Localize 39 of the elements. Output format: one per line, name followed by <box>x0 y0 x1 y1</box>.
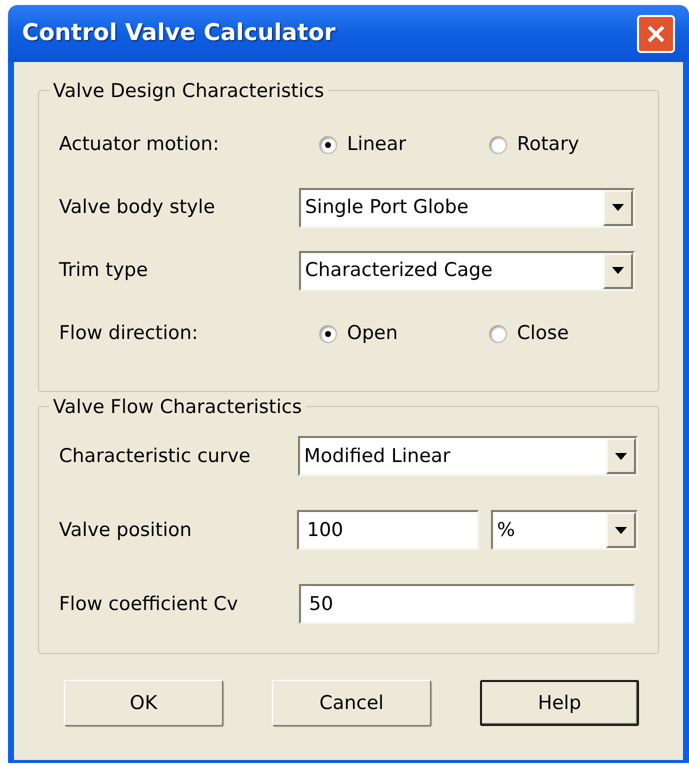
close-button[interactable] <box>637 14 675 52</box>
radio-button[interactable] <box>319 324 337 342</box>
caret-icon <box>615 452 627 460</box>
radio-button[interactable] <box>319 136 337 154</box>
dropdown-value: % <box>496 518 516 543</box>
dropdown[interactable]: Single Port Globe <box>299 188 635 228</box>
field-label: Valve position <box>59 518 193 543</box>
dropdown-arrow-button[interactable] <box>603 252 633 288</box>
dropdown-arrow-button[interactable] <box>603 190 633 226</box>
dropdown-value: Single Port Globe <box>304 195 470 220</box>
field-label: Trim type <box>59 258 149 284</box>
field-label: Flow direction: <box>59 321 200 346</box>
dropdown-arrow-button[interactable] <box>606 512 636 548</box>
radio-button[interactable] <box>489 136 507 154</box>
dropdown-arrow-button[interactable] <box>606 438 636 474</box>
dialog-button[interactable]: Help <box>480 680 639 726</box>
window-title: Control Valve Calculator <box>22 19 336 48</box>
dialog-button[interactable]: Cancel <box>272 680 431 726</box>
dialog-button[interactable]: OK <box>64 680 223 726</box>
field-label: Flow coefficient Cv <box>59 592 239 617</box>
field-label: Valve body style <box>59 195 216 220</box>
field-label: Characteristic curve <box>59 444 252 469</box>
radio-button[interactable] <box>489 324 507 342</box>
radio-label: Open <box>347 321 398 346</box>
text-field[interactable]: 100 <box>297 510 479 550</box>
dropdown[interactable]: Characterized Cage <box>299 250 635 290</box>
caret-icon <box>612 267 624 274</box>
field-label: Actuator motion: <box>59 132 220 158</box>
dropdown-value: Characterized Cage <box>304 258 494 284</box>
close-icon <box>646 24 666 44</box>
dropdown[interactable]: Modified Linear <box>298 436 638 476</box>
text-field[interactable]: 50 <box>299 584 635 624</box>
dropdown[interactable]: % <box>491 510 638 550</box>
dropdown-value: Modified Linear <box>303 444 452 469</box>
caret-icon <box>612 204 624 211</box>
radio-label: Linear <box>347 132 406 158</box>
radio-label: Close <box>517 321 569 346</box>
radio-label: Rotary <box>517 132 580 158</box>
caret-icon <box>615 526 627 534</box>
